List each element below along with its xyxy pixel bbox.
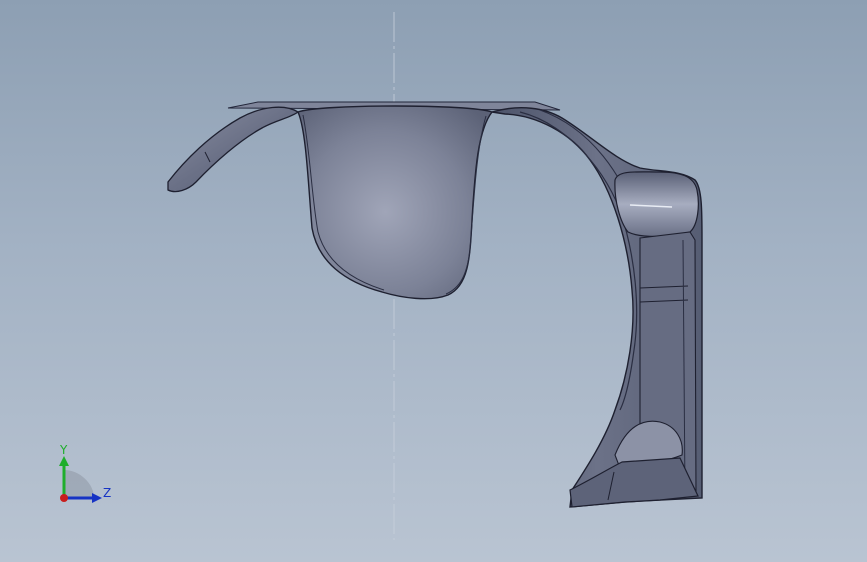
triad-origin — [60, 494, 68, 502]
y-axis-label: Y — [59, 443, 68, 457]
model-view[interactable] — [0, 0, 867, 562]
view-orientation-triad: Y Z — [59, 443, 111, 503]
y-axis-arrow — [59, 456, 69, 466]
z-axis-label: Z — [103, 486, 111, 500]
z-axis-arrow — [92, 493, 102, 503]
triad-plane-shade — [64, 470, 94, 498]
arch-inner-edge — [519, 111, 638, 411]
left-wing — [167, 106, 300, 193]
center-cup — [297, 105, 494, 300]
graphics-viewport[interactable]: Y Z — [0, 0, 867, 562]
upper-pocket — [614, 171, 699, 238]
